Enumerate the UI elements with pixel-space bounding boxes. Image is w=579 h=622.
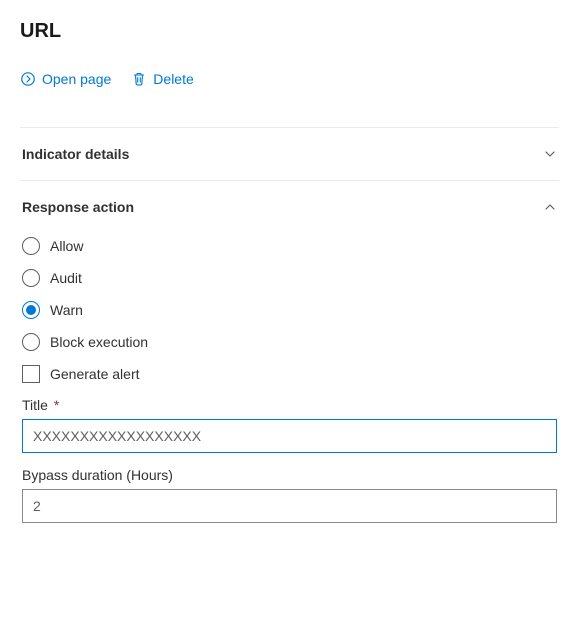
required-indicator: *: [54, 397, 59, 413]
indicator-details-header[interactable]: Indicator details: [20, 128, 559, 180]
radio-allow[interactable]: Allow: [22, 237, 557, 255]
radio-warn[interactable]: Warn: [22, 301, 557, 319]
radio-icon: [22, 333, 40, 351]
open-page-icon: [20, 71, 36, 87]
bypass-field-group: Bypass duration (Hours): [22, 467, 557, 523]
action-bar: Open page Delete: [20, 71, 559, 117]
chevron-down-icon: [543, 147, 557, 161]
title-input[interactable]: [22, 419, 557, 453]
radio-block[interactable]: Block execution: [22, 333, 557, 351]
title-field-label-text: Title: [22, 397, 48, 413]
delete-button[interactable]: Delete: [131, 71, 193, 87]
bypass-input[interactable]: [22, 489, 557, 523]
generate-alert-checkbox[interactable]: Generate alert: [22, 365, 557, 383]
delete-label: Delete: [153, 71, 193, 87]
response-action-body: Allow Audit Warn Block execution Generat…: [20, 233, 559, 523]
generate-alert-label: Generate alert: [50, 366, 140, 382]
radio-audit[interactable]: Audit: [22, 269, 557, 287]
radio-audit-label: Audit: [50, 270, 82, 286]
response-action-title: Response action: [22, 199, 134, 215]
open-page-label: Open page: [42, 71, 111, 87]
chevron-up-icon: [543, 200, 557, 214]
response-action-section: Response action Allow Audit Warn Block e…: [20, 180, 559, 523]
radio-allow-label: Allow: [50, 238, 83, 254]
radio-warn-label: Warn: [50, 302, 83, 318]
title-field-label: Title *: [22, 397, 557, 413]
page-title: URL: [20, 20, 559, 43]
indicator-details-section: Indicator details: [20, 127, 559, 180]
radio-icon: [22, 269, 40, 287]
title-field-group: Title *: [22, 397, 557, 453]
indicator-details-title: Indicator details: [22, 146, 129, 162]
bypass-field-label: Bypass duration (Hours): [22, 467, 557, 483]
open-page-button[interactable]: Open page: [20, 71, 111, 87]
radio-icon: [22, 237, 40, 255]
checkbox-icon: [22, 365, 40, 383]
radio-block-label: Block execution: [50, 334, 148, 350]
response-action-header[interactable]: Response action: [20, 181, 559, 233]
radio-icon: [22, 301, 40, 319]
delete-icon: [131, 71, 147, 87]
